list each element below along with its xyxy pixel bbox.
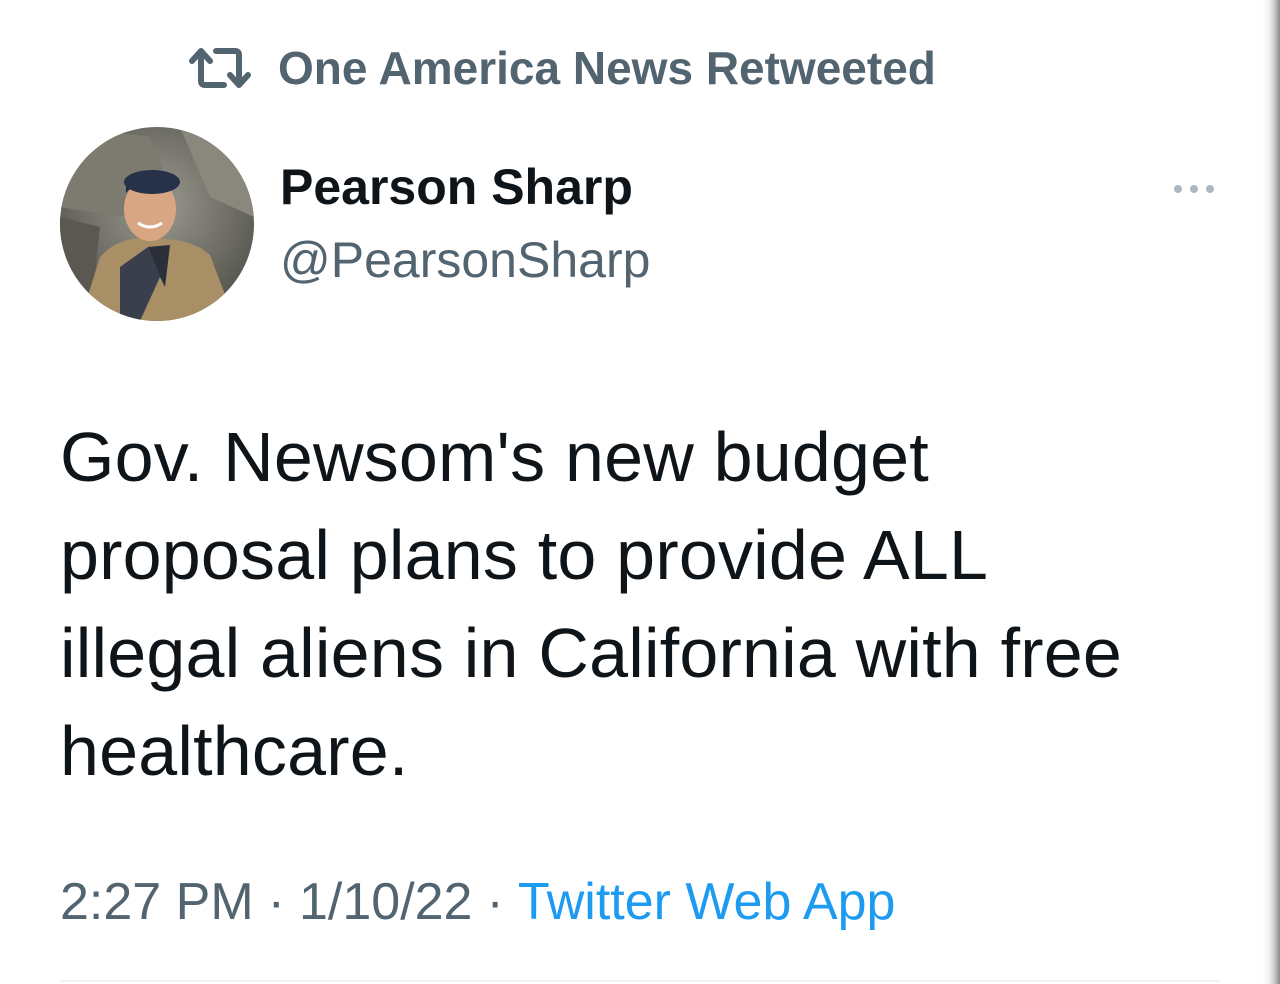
meta-separator: ·	[267, 873, 285, 931]
divider	[60, 980, 1220, 982]
tweet-meta: 2:27 PM · 1/10/22 · Twitter Web App	[60, 872, 895, 932]
tweet-text-line: illegal aliens in California with free	[60, 614, 1123, 692]
tweet-text-line: proposal plans to provide ALL	[60, 516, 989, 594]
tweet-page: One America News Retweeted Pearson Sharp…	[0, 0, 1260, 984]
page-edge-shadow	[1262, 0, 1280, 984]
tweet-text: Gov. Newsom's new budget proposal plans …	[60, 408, 1230, 800]
meta-separator: ·	[486, 873, 504, 931]
retweet-icon	[186, 43, 256, 93]
retweet-context[interactable]: One America News Retweeted	[186, 38, 936, 98]
author-handle[interactable]: @PearsonSharp	[280, 231, 650, 289]
tweet-source-link[interactable]: Twitter Web App	[518, 872, 896, 932]
tweet-text-line: Gov. Newsom's new budget	[60, 418, 929, 496]
retweet-label: One America News Retweeted	[278, 42, 936, 94]
avatar-image	[60, 127, 254, 321]
author-name[interactable]: Pearson Sharp	[280, 158, 633, 216]
tweet-date[interactable]: 1/10/22	[299, 872, 473, 932]
tweet-time[interactable]: 2:27 PM	[60, 872, 254, 932]
more-options-icon	[1172, 181, 1216, 199]
more-options-button[interactable]	[1166, 170, 1222, 210]
avatar[interactable]	[60, 127, 254, 321]
tweet-text-line: healthcare.	[60, 712, 409, 790]
